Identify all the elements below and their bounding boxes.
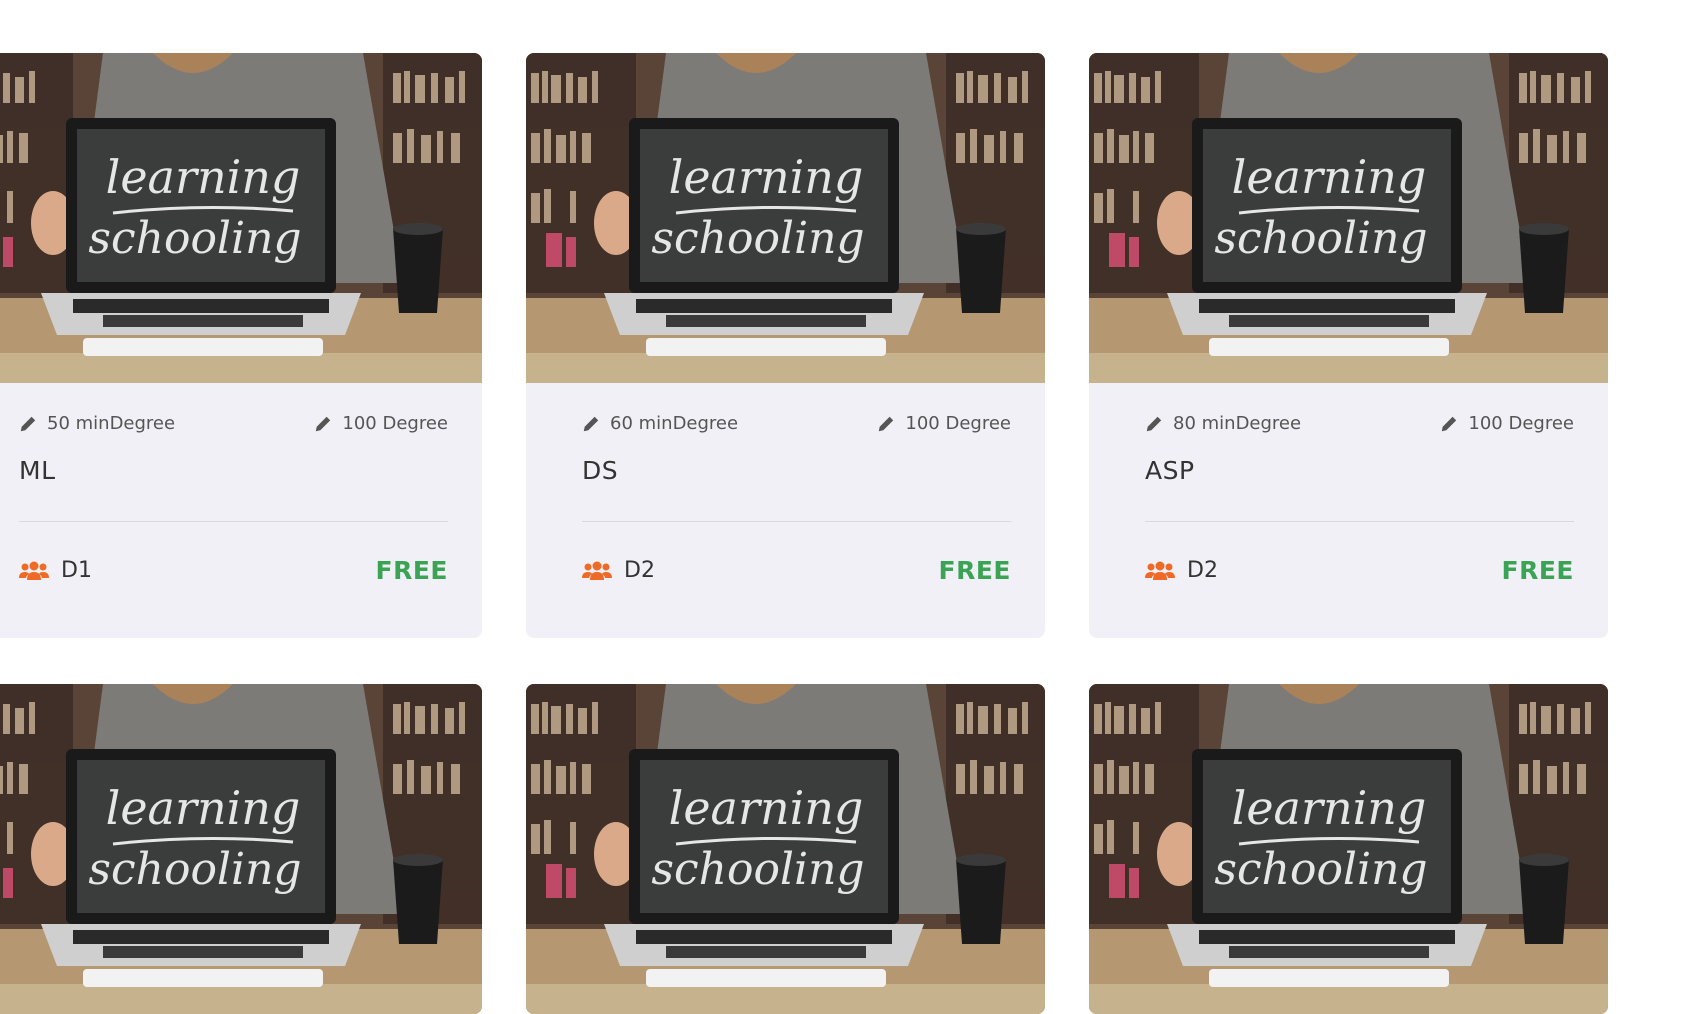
card-footer: D1 FREE [19,556,448,585]
max-degree-label: 100 Degree [342,413,448,434]
course-thumbnail [1089,684,1608,1014]
card-footer: D2 FREE [582,556,1011,585]
card-footer: D2 FREE [1145,556,1574,585]
pencil-icon [583,416,599,431]
course-thumbnail [0,684,482,1014]
course-card[interactable] [1089,684,1608,1014]
degree-row: 50 minDegree 100 Degree [19,413,448,434]
divider [582,521,1011,522]
group-label: D2 [1187,558,1218,583]
card-body: 50 minDegree 100 Degree ML D1 FREE [0,383,482,638]
course-card-asp[interactable]: 80 minDegree 100 Degree ASP D2 FREE [1089,53,1608,638]
course-title[interactable]: ML [19,456,448,485]
course-grid: 50 minDegree 100 Degree ML D1 FREE 60 mi… [0,53,1608,1014]
course-title[interactable]: ASP [1145,456,1574,485]
course-thumbnail [526,684,1045,1014]
course-title[interactable]: DS [582,456,1011,485]
course-card-ml[interactable]: 50 minDegree 100 Degree ML D1 FREE [0,53,482,638]
price-label: FREE [938,556,1011,585]
pencil-icon [20,416,36,431]
course-card[interactable] [0,684,482,1014]
group-info: D1 [19,558,92,583]
min-degree-label: 80 minDegree [1173,413,1302,434]
thumbnail-image [1089,53,1608,383]
thumbnail-image [0,53,482,383]
min-degree: 50 minDegree [19,413,175,434]
price-label: FREE [1501,556,1574,585]
max-degree: 100 Degree [314,413,448,434]
min-degree-label: 60 minDegree [610,413,739,434]
course-thumbnail [1089,53,1608,383]
thumbnail-image [0,684,482,1014]
card-body: 60 minDegree 100 Degree DS D2 FREE [526,383,1045,638]
divider [19,521,448,522]
group-label: D1 [61,558,92,583]
degree-row: 80 minDegree 100 Degree [1145,413,1574,434]
min-degree-label: 50 minDegree [47,413,176,434]
course-card-ds[interactable]: 60 minDegree 100 Degree DS D2 FREE [526,53,1045,638]
min-degree: 60 minDegree [582,413,738,434]
group-info: D2 [1145,558,1218,583]
users-icon [1145,561,1175,580]
group-info: D2 [582,558,655,583]
max-degree-label: 100 Degree [1468,413,1574,434]
course-thumbnail [526,53,1045,383]
card-body: 80 minDegree 100 Degree ASP D2 FREE [1089,383,1608,638]
course-thumbnail [0,53,482,383]
degree-row: 60 minDegree 100 Degree [582,413,1011,434]
max-degree: 100 Degree [1440,413,1574,434]
pencil-icon [1146,416,1162,431]
max-degree-label: 100 Degree [905,413,1011,434]
price-label: FREE [375,556,448,585]
pencil-icon [879,416,894,431]
pencil-icon [1442,416,1457,431]
thumbnail-image [1089,684,1608,1014]
group-label: D2 [624,558,655,583]
thumbnail-image [526,684,1045,1014]
course-card[interactable] [526,684,1045,1014]
min-degree: 80 minDegree [1145,413,1301,434]
users-icon [19,561,49,580]
users-icon [582,561,612,580]
pencil-icon [316,416,331,431]
max-degree: 100 Degree [877,413,1011,434]
thumbnail-image [526,53,1045,383]
divider [1145,521,1574,522]
